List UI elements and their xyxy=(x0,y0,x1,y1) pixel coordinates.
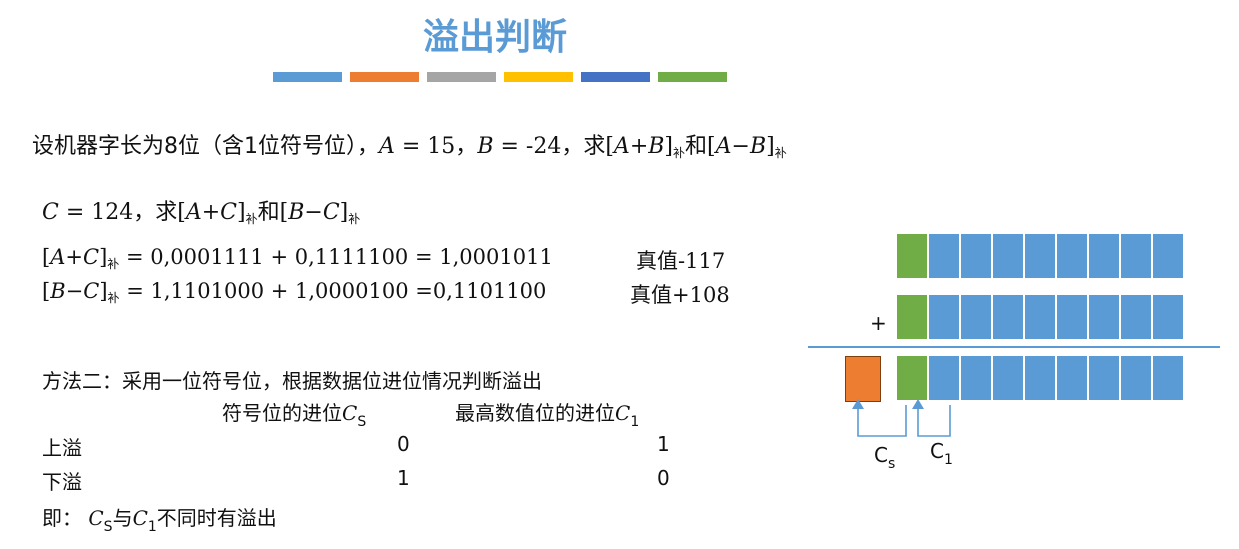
calc-b-minus-c: [B−C]补 = 1,1101000 + 1,0000100 =0,110110… xyxy=(42,279,546,306)
bracket: ] xyxy=(339,200,349,225)
row-label-overflow-down: 下溢 xyxy=(42,470,82,494)
page-title: 溢出判断 xyxy=(422,17,567,58)
color-bar-segment-gray xyxy=(427,72,496,82)
problem-statement: 设机器字长为8位（含1位符号位），A = 15，B = -24，求[A+B]补和… xyxy=(32,128,787,161)
row-value-c1: 0 xyxy=(657,466,670,490)
color-bar-segment-green xyxy=(658,72,727,82)
label-cs: Cs xyxy=(874,443,896,472)
a-value: = 15， xyxy=(394,134,478,159)
var-b: B xyxy=(749,134,767,159)
carry-1-bracket xyxy=(917,405,951,437)
row-value-c1: 1 xyxy=(657,432,670,456)
symbol-c: C xyxy=(342,401,358,425)
true-value-2: 真值+108 xyxy=(630,283,730,307)
subscript-bu: 补 xyxy=(245,212,258,226)
var-a: A xyxy=(715,134,732,159)
column-label: 最高数值位的进位 xyxy=(455,401,615,425)
arrow-up-icon xyxy=(912,399,924,409)
row-label-overflow-up: 上溢 xyxy=(42,436,82,460)
color-bar-segment-blue xyxy=(273,72,342,82)
minus-sign: − xyxy=(304,200,323,225)
method-heading: 方法二：采用一位符号位，根据数据位进位情况判断溢出 xyxy=(42,369,542,393)
calc-a-plus-c: [A+C]补 = 0,0001111 + 0,1111100 = 1,00010… xyxy=(42,245,553,272)
adder-diagram: + Cs C1 xyxy=(800,225,1230,485)
bracket: [ xyxy=(42,279,51,303)
color-bar-segment-yellow xyxy=(504,72,573,82)
calc-expression: = 1,1101000 + 1,0000100 =0,1101100 xyxy=(119,279,547,303)
var-a: A xyxy=(185,200,202,225)
var-c: C xyxy=(83,279,100,303)
color-bar-segment-orange xyxy=(350,72,419,82)
subscript-s: S xyxy=(103,519,113,535)
subscript-s: S xyxy=(357,414,367,430)
title-color-bar xyxy=(273,72,727,82)
bracket: ] xyxy=(766,134,775,159)
var-c: C xyxy=(322,200,340,225)
label-c1: C1 xyxy=(930,439,953,468)
c-statement: C = 124，求[A+C]补和[B−C]补 xyxy=(42,194,360,227)
subscript-1: 1 xyxy=(147,519,157,535)
bracket: ] xyxy=(237,200,246,225)
carry-s-bracket xyxy=(857,405,907,437)
plus-sign: + xyxy=(65,245,83,269)
var-c: C xyxy=(82,245,100,269)
subscript-bu: 补 xyxy=(673,146,686,160)
subscript-bu: 补 xyxy=(774,146,787,160)
row-value-cs: 0 xyxy=(397,432,410,456)
conclusion-connector: 与 xyxy=(112,506,133,530)
subscript-1: 1 xyxy=(630,414,640,430)
symbol-c: C xyxy=(88,506,104,530)
column-label: 符号位的进位 xyxy=(222,401,342,425)
bracket: ] xyxy=(99,279,108,303)
problem-text: 设机器字长为8位（含1位符号位）， xyxy=(32,134,379,159)
subscript-bu: 补 xyxy=(348,212,361,226)
carry-arrows xyxy=(852,399,951,437)
subscript-bu: 补 xyxy=(107,291,120,305)
bracket: ] xyxy=(664,134,674,159)
column-header-c1: 最高数值位的进位C1 xyxy=(455,397,639,430)
b-value: = -24，求[ xyxy=(493,134,614,159)
var-b: B xyxy=(648,134,665,159)
color-bar-segment-darkblue xyxy=(581,72,650,82)
var-c: C xyxy=(42,200,59,225)
minus-sign: − xyxy=(731,134,750,159)
subscript-bu: 补 xyxy=(107,257,120,271)
var-a: A xyxy=(379,134,395,159)
plus-sign: + xyxy=(201,200,221,225)
var-b: B xyxy=(477,134,494,159)
var-a: A xyxy=(613,134,630,159)
symbol-c: C xyxy=(615,401,631,425)
bracket: [ xyxy=(42,245,51,269)
calc-expression: = 0,0001111 + 0,1111100 = 1,0001011 xyxy=(119,245,553,269)
var-a: A xyxy=(50,245,66,269)
conclusion-text: 不同时有溢出 xyxy=(156,506,277,530)
conclusion: 即： CS与C1不同时有溢出 xyxy=(42,502,277,535)
row-value-cs: 1 xyxy=(397,466,410,490)
column-header-cs: 符号位的进位CS xyxy=(222,397,366,430)
symbol-c: C xyxy=(132,506,148,530)
minus-sign: − xyxy=(65,279,84,303)
plus-sign: + xyxy=(629,134,649,159)
conclusion-prefix: 即： xyxy=(42,506,82,530)
and-text: 和[ xyxy=(685,134,716,159)
true-value-1: 真值-117 xyxy=(636,249,726,273)
var-b: B xyxy=(288,200,305,225)
c-value: = 124，求[ xyxy=(58,200,186,225)
var-c: C xyxy=(220,200,238,225)
and-text: 和[ xyxy=(257,200,289,225)
arrow-up-icon xyxy=(852,399,864,409)
var-b: B xyxy=(50,279,66,303)
